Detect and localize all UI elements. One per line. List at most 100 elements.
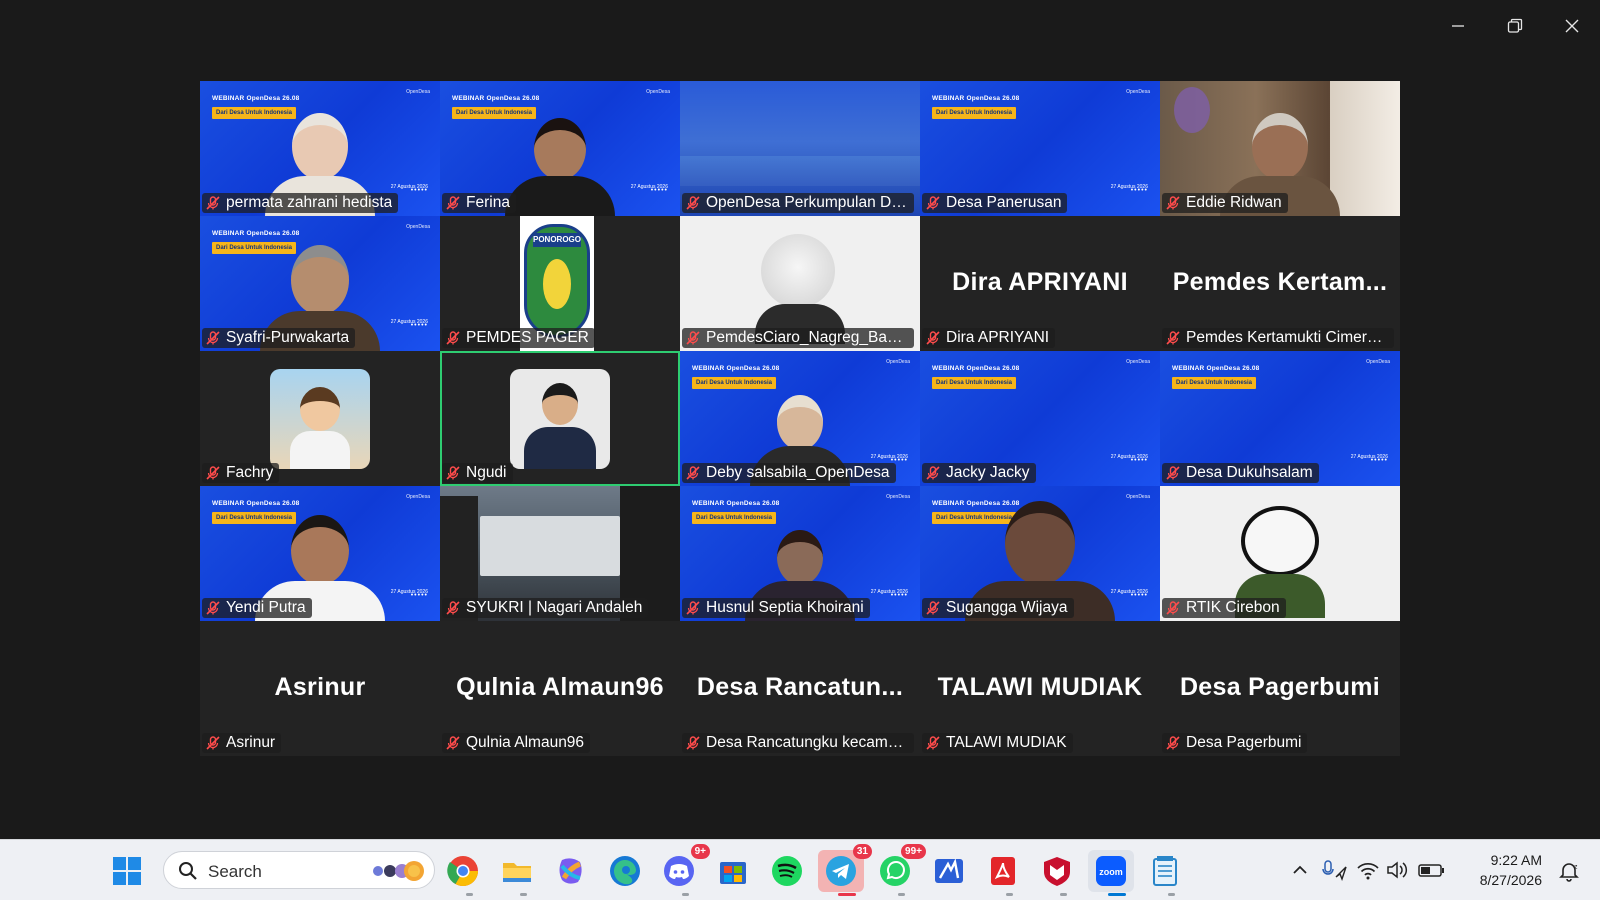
- webinar-title: WEBINAR OpenDesa 26.08: [692, 365, 780, 372]
- microsoft-store-taskbar-button[interactable]: [710, 850, 756, 892]
- acrobat-icon: [991, 857, 1015, 885]
- participant-tile[interactable]: OpenDesa Perkumpulan Des...: [680, 81, 920, 216]
- webinar-title: WEBINAR OpenDesa 26.08: [692, 500, 780, 507]
- participant-name-label: Eddie Ridwan: [1162, 193, 1288, 213]
- mcafee-taskbar-button[interactable]: [1034, 850, 1080, 892]
- zoom-taskbar-button[interactable]: zoom: [1088, 850, 1134, 892]
- participant-tile[interactable]: Pemdes Kertam... Pemdes Kertamukti Cimera…: [1160, 216, 1400, 351]
- participant-tile[interactable]: Desa Rancatun... Desa Rancatungku kecamat…: [680, 621, 920, 756]
- participant-tile[interactable]: Qulnia Almaun96 Qulnia Almaun96: [440, 621, 680, 756]
- notification-bell-icon[interactable]: z: [1558, 860, 1580, 882]
- discord-taskbar-button[interactable]: 9+: [656, 844, 710, 892]
- copilot-taskbar-button[interactable]: [548, 850, 594, 892]
- app-icon: [935, 858, 963, 883]
- participant-name-label: RTIK Cirebon: [1162, 598, 1286, 618]
- participant-name: Desa Dukuhsalam: [1186, 464, 1313, 481]
- spotify-icon: [772, 856, 802, 886]
- opendesa-logo: OpenDesa: [406, 89, 430, 95]
- opendesa-logo: OpenDesa: [886, 494, 910, 500]
- opendesa-logo: OpenDesa: [406, 224, 430, 230]
- volume-icon[interactable]: [1386, 860, 1410, 880]
- cartoon-avatar: [270, 369, 370, 469]
- file-explorer-taskbar-button[interactable]: [494, 850, 540, 892]
- chevron-up-icon[interactable]: [1290, 860, 1310, 880]
- telegram-icon: [826, 856, 856, 886]
- profile-photo: [510, 369, 610, 469]
- notepad-taskbar-button[interactable]: [1142, 850, 1188, 892]
- opendesa-logo: [1174, 87, 1210, 133]
- participant-tile[interactable]: WEBINAR OpenDesa 26.08 Dari Desa Untuk In…: [920, 486, 1160, 621]
- participant-tile[interactable]: TALAWI MUDIAK TALAWI MUDIAK: [920, 621, 1160, 756]
- restore-button[interactable]: [1486, 0, 1543, 52]
- edge-taskbar-button[interactable]: [602, 850, 648, 892]
- minimize-button[interactable]: [1429, 0, 1486, 52]
- zoom-icon: zoom: [1096, 856, 1126, 886]
- webinar-badge: Dari Desa Untuk Indonesia: [932, 377, 1016, 389]
- participant-name-label: OpenDesa Perkumpulan Des...: [682, 193, 914, 213]
- participant-tile[interactable]: Desa Pagerbumi Desa Pagerbumi: [1160, 621, 1400, 756]
- participant-tile[interactable]: WEBINAR OpenDesa 26.08 Dari Desa Untuk In…: [920, 351, 1160, 486]
- clock[interactable]: 9:22 AM 8/27/2026: [1480, 850, 1542, 890]
- minimize-icon: [1451, 25, 1464, 27]
- taskbar-search[interactable]: Search: [163, 851, 435, 889]
- mic-muted-icon: [206, 331, 220, 345]
- participant-name: Asrinur: [226, 734, 276, 751]
- webinar-title: WEBINAR OpenDesa 26.08: [1172, 365, 1260, 372]
- opendesa-logo: OpenDesa: [886, 359, 910, 365]
- participant-tile[interactable]: WEBINAR OpenDesa 26.08 Dari Desa Untuk In…: [1160, 351, 1400, 486]
- participant-name: Deby salsabila_OpenDesa: [706, 464, 890, 481]
- participant-tile[interactable]: WEBINAR OpenDesa 26.08 Dari Desa Untuk In…: [680, 351, 920, 486]
- mic-muted-icon: [206, 736, 220, 750]
- running-indicator: [897, 893, 905, 896]
- participant-tile[interactable]: SYUKRI | Nagari Andaleh: [440, 486, 680, 621]
- mic-muted-icon: [686, 601, 700, 615]
- participant-tile[interactable]: WEBINAR OpenDesa 26.08 Dari Desa Untuk In…: [200, 81, 440, 216]
- participant-name: Ngudi: [466, 464, 507, 481]
- running-indicator: [519, 893, 527, 896]
- participant-tile[interactable]: PemdesCiaro_Nagreg_Band...: [680, 216, 920, 351]
- participant-name-label: SYUKRI | Nagari Andaleh: [442, 598, 649, 618]
- participant-display-name: Asrinur: [274, 673, 366, 701]
- participant-tile[interactable]: Asrinur Asrinur: [200, 621, 440, 756]
- participant-tile[interactable]: Eddie Ridwan: [1160, 81, 1400, 216]
- participant-tile[interactable]: PONOROGO PEMDES PAGER: [440, 216, 680, 351]
- participant-tile[interactable]: Ngudi: [440, 351, 680, 486]
- running-indicator: [681, 893, 689, 896]
- spotify-taskbar-button[interactable]: [764, 850, 810, 892]
- close-button[interactable]: [1543, 0, 1600, 52]
- participant-tile[interactable]: WEBINAR OpenDesa 26.08 Dari Desa Untuk In…: [200, 216, 440, 351]
- clock-time: 9:22 AM: [1490, 852, 1542, 868]
- participant-tile[interactable]: Fachry: [200, 351, 440, 486]
- participant-tile[interactable]: RTIK Cirebon: [1160, 486, 1400, 621]
- whatsapp-taskbar-button[interactable]: 99+: [872, 844, 926, 892]
- chrome-taskbar-button[interactable]: [440, 850, 486, 892]
- webinar-title: WEBINAR OpenDesa 26.08: [212, 230, 300, 237]
- acrobat-taskbar-button[interactable]: [980, 850, 1026, 892]
- participant-name-label: Dira APRIYANI: [922, 328, 1056, 348]
- battery-icon[interactable]: [1418, 860, 1446, 880]
- participant-tile[interactable]: Dira APRIYANI Dira APRIYANI: [920, 216, 1160, 351]
- participant-name-label: Desa Pagerbumi: [1162, 733, 1308, 753]
- participant-display-name: Desa Pagerbumi: [1179, 673, 1381, 701]
- participant-name: Husnul Septia Khoirani: [706, 599, 864, 616]
- mic-muted-icon: [1166, 196, 1180, 210]
- participant-tile[interactable]: WEBINAR OpenDesa 26.08 Dari Desa Untuk In…: [920, 81, 1160, 216]
- participant-tile[interactable]: WEBINAR OpenDesa 26.08 Dari Desa Untuk In…: [440, 81, 680, 216]
- telegram-taskbar-button[interactable]: 31: [818, 844, 872, 892]
- participant-tile[interactable]: WEBINAR OpenDesa 26.08 Dari Desa Untuk In…: [680, 486, 920, 621]
- participant-name-label: Husnul Septia Khoirani: [682, 598, 870, 618]
- participant-tile[interactable]: WEBINAR OpenDesa 26.08 Dari Desa Untuk In…: [200, 486, 440, 621]
- start-button[interactable]: [110, 854, 144, 888]
- wifi-icon[interactable]: [1356, 860, 1380, 880]
- participant-name-label: Desa Panerusan: [922, 193, 1068, 213]
- chrome-icon: [447, 856, 478, 887]
- svg-text:z: z: [1574, 864, 1578, 871]
- mic-muted-icon: [926, 466, 940, 480]
- participant-name: Desa Rancatungku kecamat...: [706, 734, 908, 751]
- participant-name-label: Yendi Putra: [202, 598, 312, 618]
- participant-display-name: Qulnia Almaun96: [456, 673, 664, 701]
- microphone-location-icon[interactable]: [1320, 859, 1348, 881]
- participant-name: OpenDesa Perkumpulan Des...: [706, 194, 908, 211]
- app-taskbar-button[interactable]: [926, 850, 972, 892]
- opendesa-logo: OpenDesa: [1126, 494, 1150, 500]
